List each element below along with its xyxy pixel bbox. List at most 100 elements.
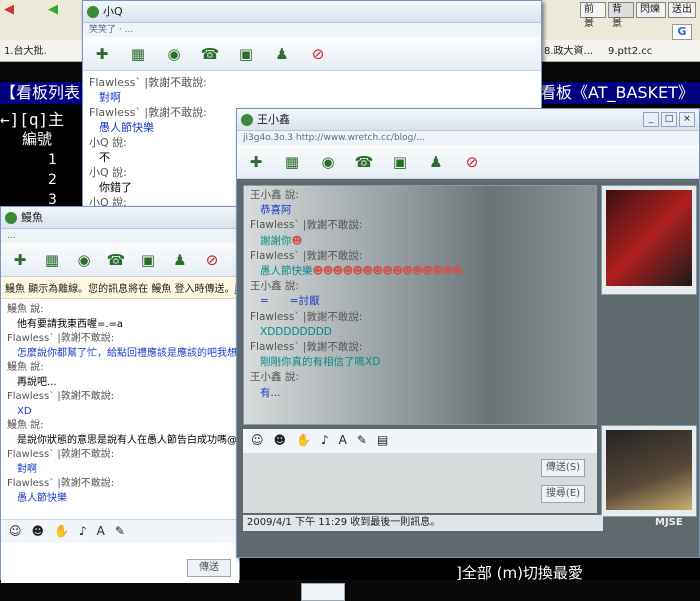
title-bar[interactable]: 小Q xyxy=(83,1,541,23)
minimize-icon[interactable]: _ xyxy=(643,112,659,127)
message-text: 對啊 xyxy=(17,463,37,475)
share-files-icon[interactable]: ▦ xyxy=(127,43,149,65)
banner-right: 看板《AT_BASKET》 xyxy=(540,83,694,102)
message-header: Flawless` |敦謝不敢說: xyxy=(250,341,363,354)
title-bar[interactable]: 鰻魚 xyxy=(1,207,239,229)
activities-icon[interactable]: ▣ xyxy=(235,43,257,65)
contact-avatar[interactable] xyxy=(601,185,697,295)
tab-8[interactable]: 8.政大資... xyxy=(540,43,600,60)
row-number: 2 xyxy=(48,172,57,188)
phone-icon[interactable]: ☎ xyxy=(353,151,375,173)
smile-emoticon-icon: ☻ xyxy=(291,234,303,247)
column-label: 編號 xyxy=(22,130,53,148)
avatar-image xyxy=(606,190,692,286)
tab-1[interactable]: 1.台大批... xyxy=(0,43,46,60)
message-header: 王小鑫 說: xyxy=(250,189,299,201)
window-title: 王小鑫 xyxy=(257,113,290,126)
toolbar: ✚ ▦ ◉ ☎ ▣ ♟ ⊘ xyxy=(237,145,699,179)
nudge-icon[interactable]: ✋ xyxy=(54,524,69,539)
offline-status-text: 鰻魚 顯示為離線。您的訊息將在 鰻魚 登入時傳送。 xyxy=(5,284,235,295)
smiley-icon[interactable]: ☺ xyxy=(9,524,22,539)
nav-icons[interactable]: ◀ ◀ xyxy=(0,2,80,20)
wink-icon[interactable]: ☻ xyxy=(32,524,45,539)
maximize-icon[interactable]: □ xyxy=(661,112,677,127)
window-title: 小Q xyxy=(103,5,123,18)
nudge-icon[interactable]: ✋ xyxy=(296,433,311,449)
message-text: 再說吧... xyxy=(17,376,57,388)
font-icon[interactable]: A xyxy=(339,433,347,449)
message-header: Flawless` |敦謝不敢說: xyxy=(89,76,207,89)
close-icon[interactable]: × xyxy=(679,112,695,127)
message-text: 恭喜阿 xyxy=(260,204,292,217)
message-text: XD xyxy=(17,405,32,417)
add-contact-icon[interactable]: ✚ xyxy=(91,43,113,65)
forward-arrow-icon[interactable]: ◀ xyxy=(48,2,58,17)
message-text-content: 愚人節快樂 xyxy=(260,265,313,278)
my-avatar[interactable] xyxy=(601,425,697,517)
send-button[interactable]: 送出 xyxy=(668,2,696,18)
video-call-icon[interactable]: ◉ xyxy=(73,249,95,271)
msn-icon xyxy=(87,6,99,18)
search-button[interactable]: 搜尋(E) xyxy=(541,485,585,503)
video-call-icon[interactable]: ◉ xyxy=(163,43,185,65)
block-icon[interactable]: ⊘ xyxy=(201,249,223,271)
background-icon[interactable]: ✎ xyxy=(115,524,125,539)
block-icon[interactable]: ⊘ xyxy=(461,151,483,173)
games-icon[interactable]: ♟ xyxy=(425,151,447,173)
message-text: 剛剛你真的有相信了嗎XD xyxy=(260,356,381,369)
send-button[interactable]: 傳送(S) xyxy=(541,459,585,477)
message-text: 怎麼說你都幫了忙，給點回禮應該是應該的吧我想 xyxy=(17,347,237,359)
voice-clip-icon[interactable]: ♪ xyxy=(79,524,87,539)
share-files-icon[interactable]: ▦ xyxy=(281,151,303,173)
message-text: 愚人節快樂☻☻☻☻☻☻☻☻☻☻☻☻☻☻☻ xyxy=(250,264,590,279)
games-icon[interactable]: ♟ xyxy=(169,249,191,271)
block-icon[interactable]: ⊘ xyxy=(307,43,329,65)
message-text: 是說你狀態的意思是說有人在愚人節告白成功嗎@@ xyxy=(17,434,239,446)
toolbar: ✚ ▦ ◉ ☎ ▣ ♟ ⊘ xyxy=(1,243,239,277)
send-button[interactable] xyxy=(301,583,345,601)
foreground-button[interactable]: 前景 xyxy=(580,2,606,29)
activities-icon[interactable]: ▣ xyxy=(389,151,411,173)
status-bar: 2009/4/1 下午 11:29 收到最後一則訊息。 xyxy=(243,515,603,531)
message-text: 對啊 xyxy=(99,91,121,104)
window-title: 鰻魚 xyxy=(21,211,43,224)
voice-clip-icon[interactable]: ♪ xyxy=(321,433,329,449)
offline-notice: 鰻魚 顯示為離線。您的訊息將在 鰻魚 登入時傳送。啟用 xyxy=(1,277,239,299)
avatar-image xyxy=(606,430,692,510)
video-call-icon[interactable]: ◉ xyxy=(317,151,339,173)
tab-9[interactable]: 9.ptt2.cc xyxy=(604,43,664,60)
window-subtitle: ... xyxy=(1,229,239,243)
back-arrow-icon[interactable]: ◀ xyxy=(4,2,14,17)
message-text: 有... xyxy=(260,386,281,399)
font-icon[interactable]: A xyxy=(97,524,105,539)
blink-checkbox[interactable]: 閃爍 xyxy=(636,2,666,18)
message-text: XDDDDDDDD xyxy=(260,325,332,338)
title-bar[interactable]: 王小鑫 _ □ × xyxy=(237,109,699,131)
wink-icon[interactable]: ☻ xyxy=(274,433,287,449)
phone-icon[interactable]: ☎ xyxy=(105,249,127,271)
chat-window-eel[interactable]: 鰻魚 ... ✚ ▦ ◉ ☎ ▣ ♟ ⊘ 鰻魚 顯示為離線。您的訊息將在 鰻魚 … xyxy=(0,206,345,601)
message-header: Flawless` |敦謝不敢說: xyxy=(250,219,363,232)
images-icon[interactable]: ▤ xyxy=(377,433,388,449)
message-text: 愚人節快樂 xyxy=(17,492,67,504)
share-files-icon[interactable]: ▦ xyxy=(41,249,63,271)
games-icon[interactable]: ♟ xyxy=(271,43,293,65)
message-header: 鰻魚 說: xyxy=(7,420,44,431)
background-icon[interactable]: ✎ xyxy=(357,433,367,449)
phone-icon[interactable]: ☎ xyxy=(199,43,221,65)
message-header: 王小鑫 說: xyxy=(250,280,299,293)
add-contact-icon[interactable]: ✚ xyxy=(245,151,267,173)
add-contact-icon[interactable]: ✚ xyxy=(9,249,31,271)
smiley-icon[interactable]: ☺ xyxy=(251,433,264,449)
google-search-icon[interactable]: G xyxy=(672,24,692,40)
terminal-line2: ←][q]主 xyxy=(0,110,65,129)
watermark: MJSE xyxy=(655,517,683,528)
chat-window-wang[interactable]: 王小鑫 _ □ × ji3g4o.3o.3 http://www.wretch.… xyxy=(236,108,700,558)
background-button[interactable]: 背景 xyxy=(608,2,634,29)
row-number: 1 xyxy=(48,152,57,168)
message-header: Flawless` |敦謝不敢說: xyxy=(7,333,115,344)
send-button[interactable]: 傳送 xyxy=(187,559,231,577)
activities-icon[interactable]: ▣ xyxy=(137,249,159,271)
message-text: = =討厭 xyxy=(260,295,320,308)
message-header: Flawless` |敦謝不敢說: xyxy=(7,478,115,489)
